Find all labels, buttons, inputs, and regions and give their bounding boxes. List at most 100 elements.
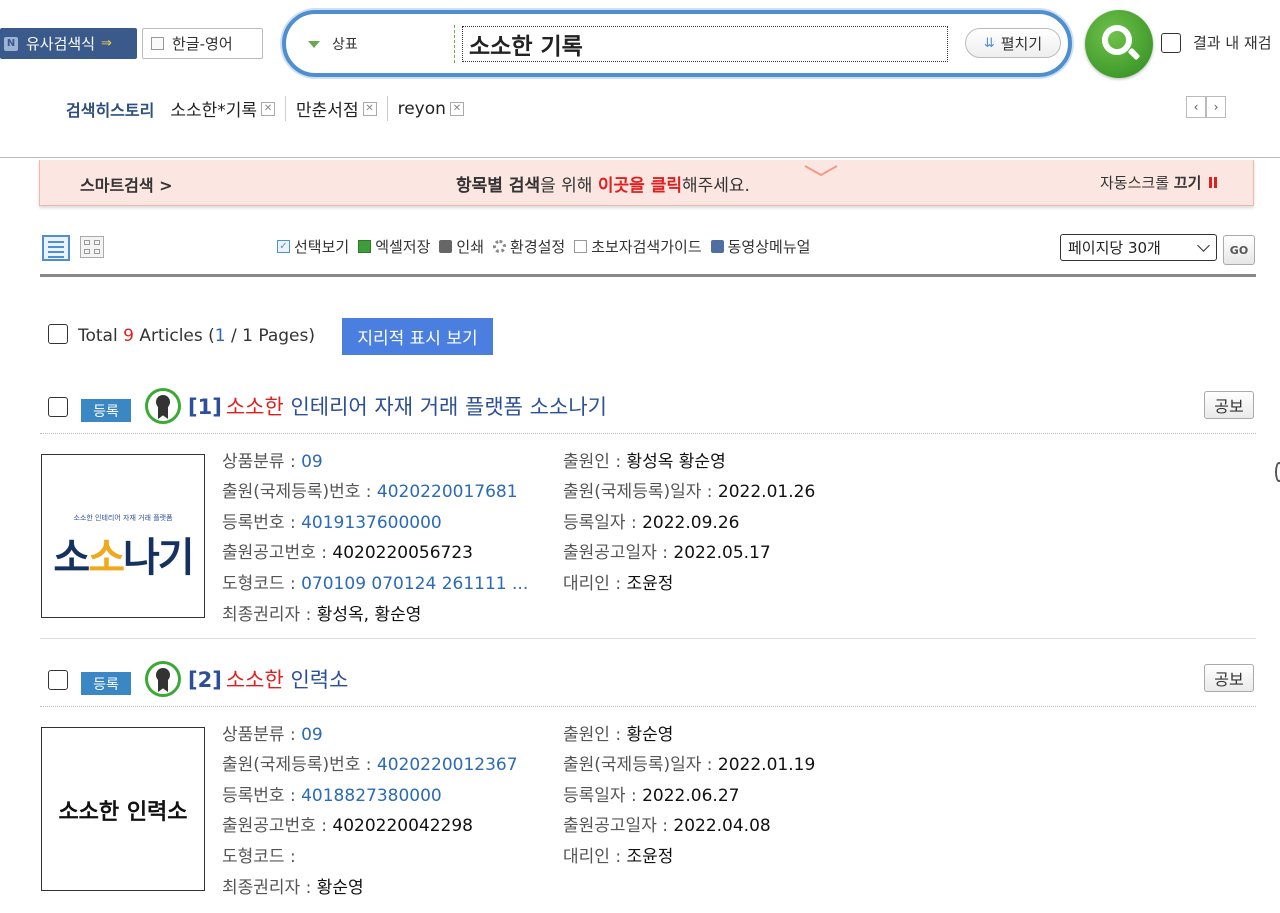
field-value[interactable]: 09 (301, 725, 323, 745)
expand-label: 펼치기 (1000, 34, 1043, 53)
search-divider (454, 25, 455, 63)
field-label: 도형코드 : (222, 574, 302, 594)
field-value[interactable]: 4020220017681 (377, 482, 518, 502)
trademark-image[interactable]: 소소한 인테리어 자재 거래 플랫폼 소소나기 (41, 454, 205, 618)
field-label: 등록번호 : (222, 786, 302, 806)
field-label: 출원(국제등록)일자 : (563, 755, 718, 775)
field-value[interactable]: 070109 070124 261111 ... (301, 574, 528, 594)
field-value[interactable]: 4020220012367 (377, 755, 518, 775)
result-title-highlight[interactable]: 소소한 (226, 668, 284, 692)
divider (40, 638, 1256, 639)
history-item-label[interactable]: reyon (398, 99, 446, 119)
similar-search-button[interactable]: N 유사검색식 ⇒ (0, 28, 137, 59)
registration-date: 등록일자 : 2022.06.27 (563, 781, 739, 806)
history-item-label[interactable]: 소소한*기록 (170, 96, 257, 121)
search-history: 검색히스토리 소소한*기록 ✕ 만춘서점 ✕ reyon ✕ (66, 96, 484, 121)
chevron-right-icon[interactable]: › (1206, 96, 1226, 118)
per-page-select[interactable]: 페이지당 30개 (1060, 234, 1217, 261)
triangle-down-icon (308, 40, 320, 48)
field-label: 도형코드 : (222, 847, 296, 867)
search-button[interactable] (1085, 10, 1153, 78)
close-icon[interactable]: ✕ (449, 101, 464, 116)
history-item[interactable]: 만춘서점 ✕ (296, 96, 388, 121)
close-icon[interactable]: ✕ (362, 101, 377, 116)
beginner-guide-button[interactable]: 초보자검색가이드 (574, 236, 702, 257)
in-result-label: 결과 내 재검 (1193, 34, 1272, 52)
publication-number: 출원공고번호 : 4020220042298 (222, 811, 473, 836)
geo-indication-button[interactable]: 지리적 표시 보기 (342, 318, 493, 355)
in-result-checkbox[interactable] (1161, 32, 1181, 53)
tool-label: 동영상메뉴얼 (727, 238, 811, 256)
close-icon[interactable]: ✕ (261, 101, 276, 116)
expand-button[interactable]: ⇊ 펼치기 (965, 28, 1061, 58)
agent: 대리인 : 조윤정 (563, 569, 673, 594)
final-owner: 최종권리자 : 황성옥, 황순영 (222, 600, 421, 625)
trademark-image[interactable]: 소소한 인력소 (41, 727, 205, 891)
in-result-search[interactable]: 결과 내 재검 (1161, 32, 1272, 53)
smart-search-message[interactable]: 항목별 검색을 위해 이곳을 클릭해주세요. (456, 171, 750, 196)
field-value[interactable]: 09 (301, 452, 323, 472)
publication-date: 출원공고일자 : 2022.05.17 (563, 538, 771, 563)
search-type-label: 상표 (332, 37, 358, 53)
field-value: 2022.01.26 (717, 482, 816, 502)
history-item-label[interactable]: 만춘서점 (296, 96, 359, 121)
chevron-down-icon (1197, 239, 1210, 252)
result-title[interactable]: [1] 소소한 인테리어 자재 거래 플랫폼 소소나기 (188, 391, 607, 421)
hangul-english-button[interactable]: 한글-영어 (142, 28, 263, 59)
current-page: 1 (214, 326, 226, 346)
result-title-text[interactable]: 인테리어 자재 거래 플랫폼 소소나기 (284, 395, 607, 419)
gazette-button[interactable]: 공보 (1204, 664, 1254, 692)
select-all-checkbox[interactable] (48, 324, 68, 344)
chevron-left-icon[interactable]: ‹ (1186, 96, 1206, 118)
hangul-english-label: 한글-영어 (172, 35, 233, 53)
field-label: 출원(국제등록)번호 : (222, 755, 377, 775)
field-value: 조윤정 (626, 574, 674, 594)
grid-view-icon[interactable] (80, 236, 104, 258)
gear-icon (493, 240, 507, 253)
select-view-button[interactable]: ✓ 선택보기 (277, 236, 349, 257)
result-checkbox[interactable] (48, 670, 68, 690)
history-item[interactable]: 소소한*기록 ✕ (170, 96, 287, 121)
application-number: 출원(국제등록)번호 : 4020220012367 (222, 750, 518, 775)
field-value: 2022.01.19 (717, 755, 816, 775)
result-title-text[interactable]: 인력소 (284, 668, 348, 692)
auto-scroll-toggle[interactable]: 자동스크롤 끄기 (1100, 172, 1213, 193)
history-nav: ‹ › (1186, 96, 1226, 118)
history-label: 검색히스토리 (66, 100, 155, 120)
expand-icon: ⇊ (983, 35, 995, 51)
chevron-down-icon[interactable] (804, 164, 838, 178)
auto-scroll-label: 자동스크롤 (1100, 174, 1174, 192)
field-value[interactable]: 4018827380000 (301, 786, 442, 806)
result-title-highlight[interactable]: 소소한 (226, 395, 284, 419)
print-button[interactable]: 인쇄 (439, 236, 484, 257)
list-view-icon[interactable] (42, 235, 70, 261)
total-prefix: Total (78, 326, 124, 346)
agent: 대리인 : 조윤정 (563, 842, 673, 867)
award-icon (145, 388, 181, 424)
field-label: 출원공고일자 : (563, 816, 674, 836)
field-value: 2022.09.26 (642, 513, 740, 533)
video-manual-button[interactable]: 동영상메뉴얼 (710, 236, 811, 257)
gazette-button[interactable]: 공보 (1204, 391, 1254, 419)
settings-button[interactable]: 환경설정 (493, 236, 565, 257)
smart-search-banner[interactable]: 스마트검색 > 항목별 검색을 위해 이곳을 클릭해주세요. 자동스크롤 끄기 (39, 160, 1254, 206)
go-button[interactable]: GO (1223, 235, 1255, 265)
result-item: 등록 [2] 소소한 인력소 공보 소소한 인력소 상품분류 : 09 출원(국제… (40, 658, 1256, 913)
message-highlight: 이곳을 클릭 (597, 176, 682, 196)
applicant: 출원인 : 황성옥 황순영 (563, 447, 726, 472)
result-checkbox[interactable] (48, 397, 68, 417)
divider (40, 433, 1256, 434)
excel-save-button[interactable]: 엑셀저장 (358, 236, 430, 257)
field-value[interactable]: 4019137600000 (301, 513, 442, 533)
result-title[interactable]: [2] 소소한 인력소 (188, 664, 348, 694)
tool-label: 환경설정 (510, 238, 566, 256)
smart-search-label[interactable]: 스마트검색 > (80, 172, 173, 196)
figure-code: 도형코드 : 070109 070124 261111 ... (222, 569, 528, 594)
history-item[interactable]: reyon ✕ (398, 99, 474, 119)
checkbox-icon (151, 37, 164, 50)
field-value: 2022.04.08 (673, 816, 771, 836)
search-input[interactable] (462, 26, 948, 62)
search-type-select[interactable]: 상표 (308, 34, 358, 54)
application-date: 출원(국제등록)일자 : 2022.01.26 (563, 477, 815, 502)
search-icon-handle (1127, 47, 1141, 61)
